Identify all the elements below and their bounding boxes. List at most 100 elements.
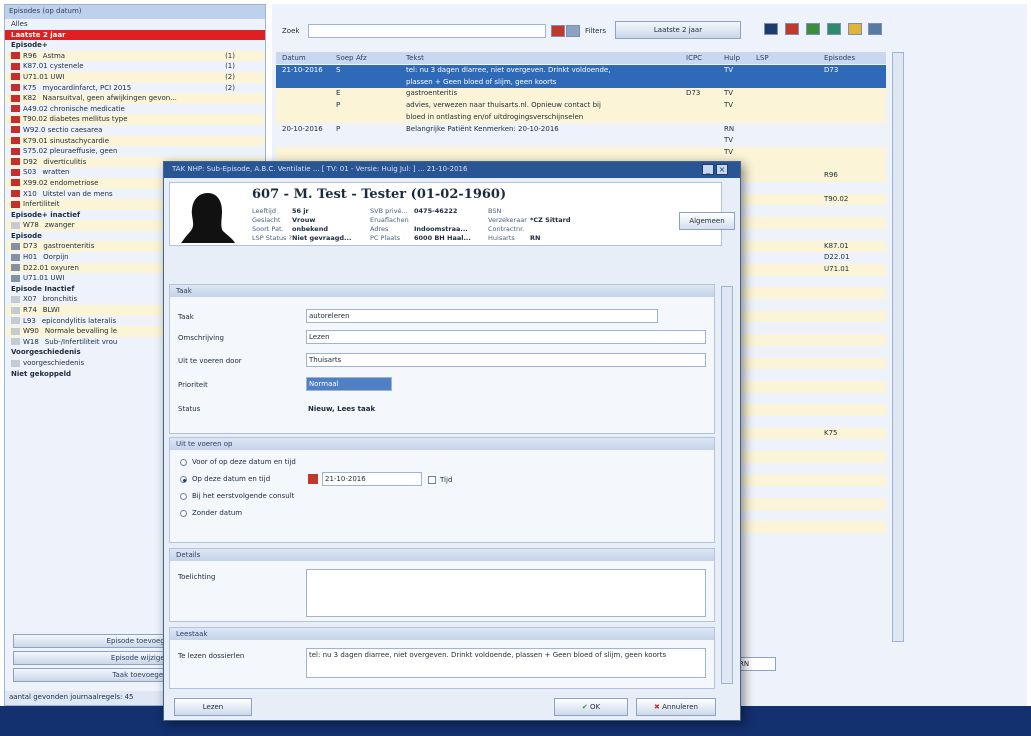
episode-icon bbox=[11, 126, 20, 134]
search-go-icon[interactable] bbox=[551, 25, 565, 37]
episode-count: (2) bbox=[225, 72, 235, 81]
period-selector[interactable]: Laatste 2 jaar bbox=[615, 21, 741, 39]
journal-cell-ep: D73 bbox=[824, 66, 839, 74]
episode-item[interactable]: A49.02 chronische medicatie bbox=[5, 104, 265, 115]
episode-label: Laatste 2 jaar bbox=[11, 30, 66, 39]
episode-group[interactable]: Episode+ bbox=[5, 40, 265, 51]
episode-item[interactable]: R96 Astma (1) bbox=[5, 50, 265, 62]
episode-code: D92 bbox=[23, 157, 38, 166]
dialog-scrollbar[interactable] bbox=[721, 286, 733, 684]
episode-icon bbox=[11, 62, 20, 70]
ok-button[interactable]: ✔ OK bbox=[554, 698, 628, 716]
episode-icon bbox=[11, 221, 20, 229]
taak-select[interactable]: autoreleren bbox=[306, 309, 658, 323]
col-episodes[interactable]: Episodes bbox=[824, 54, 855, 62]
episode-label: voorgeschiedenis bbox=[23, 359, 85, 367]
journal-scrollbar[interactable] bbox=[892, 52, 904, 642]
col-hulp[interactable]: Hulp bbox=[724, 54, 740, 62]
journal-icon[interactable] bbox=[764, 23, 778, 35]
episode-label: Sub-/Infertiliteit vrou bbox=[44, 337, 118, 346]
col-tekst[interactable]: Tekst bbox=[406, 54, 424, 62]
episode-item[interactable]: U71.01 UWI (2) bbox=[5, 71, 265, 83]
minimize-icon[interactable]: _ bbox=[702, 164, 714, 175]
radio-option[interactable] bbox=[180, 459, 187, 466]
uitvoeren-section-header: Uit te voeren op bbox=[170, 438, 714, 450]
episode-label: zwanger bbox=[44, 221, 75, 230]
episode-icon bbox=[11, 200, 20, 208]
episode-label: Niet gekoppeld bbox=[11, 369, 72, 378]
letters-icon[interactable] bbox=[827, 23, 841, 35]
episode-icon bbox=[11, 84, 20, 92]
col-afz[interactable]: Afz bbox=[356, 54, 367, 62]
toelichting-label: Toelichting bbox=[178, 573, 216, 581]
episode-item[interactable]: K75 myocardinfarct, PCI 2015 (2) bbox=[5, 83, 265, 94]
journal-row[interactable]: 21-10-2016 Stel: nu 3 dagen diarree, niet… bbox=[276, 65, 886, 77]
episode-item[interactable]: K82 Naarsuitval, geen afwijkingen gevon..… bbox=[5, 93, 265, 104]
notes-icon[interactable] bbox=[848, 23, 862, 35]
taak-label: Taak bbox=[178, 313, 194, 321]
episode-icon bbox=[11, 317, 20, 325]
clear-search-icon[interactable] bbox=[566, 25, 580, 37]
journal-row[interactable]: bloed in ontlasting en/of uitdrogingsver… bbox=[276, 111, 886, 124]
journal-row[interactable]: TV bbox=[276, 135, 886, 147]
check-icon: ✔ bbox=[581, 703, 590, 711]
journal-cell-hulp: RN bbox=[724, 124, 735, 133]
tijd-checkbox[interactable] bbox=[428, 476, 436, 484]
radio-option[interactable] bbox=[180, 476, 187, 483]
patient-field-value: onbekend bbox=[292, 225, 328, 233]
journal-cell-ep: U71.01 bbox=[824, 264, 850, 273]
uitvoeren-input[interactable]: Thuisarts bbox=[306, 353, 706, 367]
episode-code: H01 bbox=[23, 253, 38, 262]
close-icon[interactable]: × bbox=[716, 164, 728, 175]
calendar-icon[interactable] bbox=[308, 474, 318, 484]
journal-cell-hulp: TV bbox=[724, 89, 734, 98]
episode-item[interactable]: S75.02 pleuraeffusie, geen bbox=[5, 146, 265, 157]
patient-card: 607 - M. Test - Tester (01-02-1960) Leef… bbox=[169, 182, 735, 246]
journal-row[interactable]: Egastroenteritis D73 TV bbox=[276, 88, 886, 101]
col-datum[interactable]: Datum bbox=[282, 54, 306, 62]
journal-row[interactable]: plassen + Geen bloed of slijm, geen koor… bbox=[276, 76, 886, 89]
episode-icon bbox=[11, 274, 20, 282]
episode-icon bbox=[11, 168, 20, 176]
algemeen-button[interactable]: Algemeen bbox=[679, 212, 735, 230]
radio-option[interactable] bbox=[180, 493, 187, 500]
lezen-button[interactable]: Lezen bbox=[174, 698, 252, 716]
episode-count: (1) bbox=[225, 62, 235, 71]
episode-item[interactable]: W92.0 sectio caesarea bbox=[5, 125, 265, 136]
hulp-combo[interactable]: RN bbox=[736, 657, 776, 671]
col-soep[interactable]: Soep bbox=[336, 54, 353, 62]
episode-label: Uitstel van de mens bbox=[42, 189, 113, 198]
annuleren-button[interactable]: ✖ Annuleren bbox=[636, 698, 716, 716]
journal-cell-text: gastroenteritis bbox=[406, 89, 458, 98]
journal-row[interactable]: 20-10-2016 P Belangrijke Patiënt Kenmerken… bbox=[276, 124, 886, 136]
expand-icon[interactable] bbox=[868, 23, 882, 35]
patient-field-value: 56 jr bbox=[292, 207, 309, 215]
date-input[interactable]: 21-10-2016 bbox=[322, 472, 422, 486]
toelichting-textarea[interactable] bbox=[306, 569, 706, 617]
col-icpc[interactable]: ICPC bbox=[686, 54, 702, 62]
taak-value: autoreleren bbox=[309, 312, 350, 320]
episode-count: (2) bbox=[225, 83, 235, 92]
episode-label: Voorgeschiedenis bbox=[11, 348, 81, 357]
episode-code: X10 bbox=[23, 189, 37, 198]
radio-option[interactable] bbox=[180, 510, 187, 517]
journal-row[interactable]: Padvies, verwezen naar thuisarts.nl. Opn… bbox=[276, 100, 886, 112]
col-lsp[interactable]: LSP bbox=[756, 54, 769, 62]
episode-item[interactable]: Laatste 2 jaar bbox=[5, 29, 265, 41]
episode-label: diverticulitis bbox=[43, 157, 87, 166]
episode-label: S75.02 pleuraeffusie, geen bbox=[23, 147, 118, 156]
episode-count: (1) bbox=[225, 51, 235, 60]
episode-item[interactable]: K79.01 sinustachycardie bbox=[5, 135, 265, 147]
prioriteit-select[interactable]: Normaal bbox=[306, 377, 392, 391]
lab-icon[interactable] bbox=[785, 23, 799, 35]
chart-icon[interactable] bbox=[806, 23, 820, 35]
episode-item[interactable]: K87.01 cystenele (1) bbox=[5, 61, 265, 72]
episode-item[interactable]: T90.02 diabetes mellitus type bbox=[5, 114, 265, 125]
episode-code: D73 bbox=[23, 242, 38, 251]
omschrijving-input[interactable]: Lezen bbox=[306, 330, 706, 344]
journal-row[interactable]: TV bbox=[276, 146, 886, 159]
tijd-label: Tijd bbox=[440, 476, 453, 484]
episode-item[interactable]: Alles bbox=[5, 19, 265, 30]
episode-label: T90.02 diabetes mellitus type bbox=[23, 115, 128, 124]
search-input[interactable] bbox=[308, 24, 546, 38]
